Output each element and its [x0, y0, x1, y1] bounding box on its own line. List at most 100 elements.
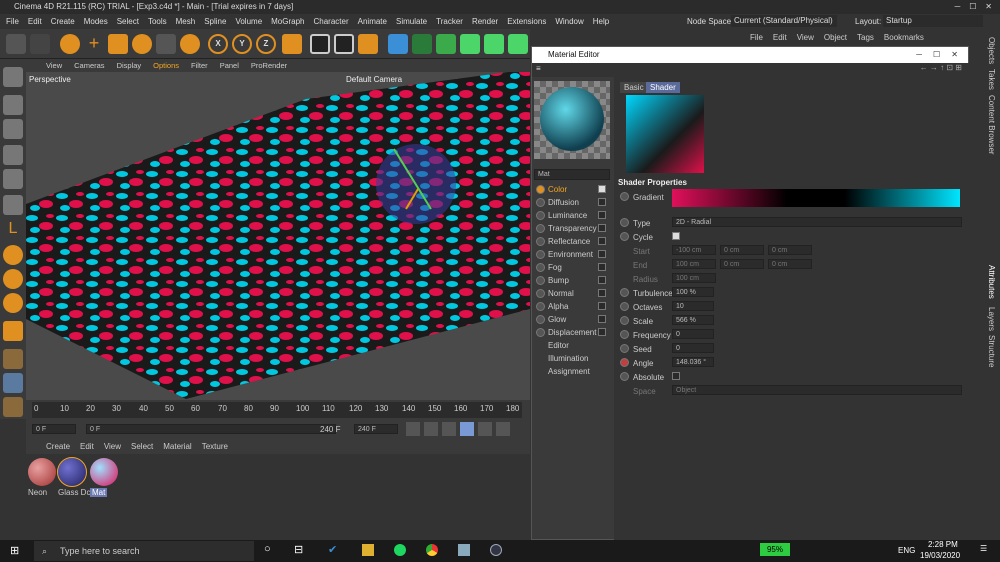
- channel-checkbox[interactable]: [598, 224, 606, 232]
- tab-shader[interactable]: Shader: [646, 82, 680, 93]
- tab-takes[interactable]: Takes: [987, 69, 996, 90]
- menu-create[interactable]: Create: [51, 14, 75, 29]
- channel-displacement[interactable]: Displacement: [534, 326, 610, 339]
- channel-checkbox[interactable]: [598, 211, 606, 219]
- app-icon[interactable]: [458, 544, 470, 556]
- scale-icon[interactable]: [108, 34, 128, 54]
- vp-filter[interactable]: Filter: [191, 59, 208, 72]
- channel-reflectance[interactable]: Reflectance: [534, 235, 610, 248]
- channel-checkbox[interactable]: [598, 250, 606, 258]
- channel-checkbox[interactable]: [598, 315, 606, 323]
- channel-glow[interactable]: Glow: [534, 313, 610, 326]
- objmgr-edit[interactable]: Edit: [773, 29, 787, 46]
- channel-checkbox[interactable]: [598, 328, 606, 336]
- material-name-field[interactable]: Mat: [534, 169, 610, 180]
- menu-mograph[interactable]: MoGraph: [271, 14, 304, 29]
- snap-settings-icon[interactable]: [3, 269, 23, 289]
- y-axis-icon[interactable]: Y: [232, 34, 252, 54]
- battery-badge[interactable]: 95%: [760, 543, 790, 556]
- vp-cameras[interactable]: Cameras: [74, 59, 104, 72]
- nav-arrows-icon[interactable]: ← → ↑ ⊡ ⊞: [920, 63, 962, 72]
- model-mode-icon[interactable]: [3, 95, 23, 115]
- matmgr-edit[interactable]: Edit: [80, 440, 94, 454]
- cloner-icon[interactable]: [508, 34, 528, 54]
- channel-transparency[interactable]: Transparency: [534, 222, 610, 235]
- channel-checkbox[interactable]: [598, 276, 606, 284]
- polygons-mode-icon[interactable]: [3, 195, 23, 215]
- clock-date[interactable]: 19/03/2020: [920, 551, 960, 560]
- channel-normal[interactable]: Normal: [534, 287, 610, 300]
- matmgr-material[interactable]: Material: [163, 440, 191, 454]
- turbulence-field[interactable]: 100 %: [672, 287, 714, 297]
- vp-options[interactable]: Options: [153, 59, 179, 72]
- channel-bump[interactable]: Bump: [534, 274, 610, 287]
- channel-environment[interactable]: Environment: [534, 248, 610, 261]
- channel-checkbox[interactable]: [598, 237, 606, 245]
- menu-tools[interactable]: Tools: [148, 14, 167, 29]
- layout-select[interactable]: Startup: [883, 15, 983, 27]
- menu-window[interactable]: Window: [555, 14, 583, 29]
- extra-illumination[interactable]: Illumination: [534, 352, 610, 365]
- channel-color[interactable]: Color: [534, 183, 610, 196]
- tab-attributes[interactable]: Attributes: [987, 265, 996, 299]
- clock-time[interactable]: 2:28 PM: [928, 540, 958, 549]
- gradient-bar[interactable]: [672, 189, 960, 207]
- channel-luminance[interactable]: Luminance: [534, 209, 610, 222]
- undo-icon[interactable]: [6, 34, 26, 54]
- timeline-icon[interactable]: ⊟: [294, 543, 303, 556]
- cycle-checkbox[interactable]: [672, 232, 680, 240]
- menu-mesh[interactable]: Mesh: [176, 14, 196, 29]
- workplane-snap-icon[interactable]: [3, 293, 23, 313]
- render-settings-icon[interactable]: [358, 34, 378, 54]
- play-icon[interactable]: [478, 422, 492, 436]
- rotate-icon[interactable]: [132, 34, 152, 54]
- axis-mode-icon[interactable]: L: [3, 219, 23, 239]
- pen-icon[interactable]: [412, 34, 432, 54]
- material-mat-thumb[interactable]: [90, 458, 118, 486]
- matmgr-texture[interactable]: Texture: [202, 440, 228, 454]
- octaves-field[interactable]: 10: [672, 301, 714, 311]
- tab-basic[interactable]: Basic: [620, 82, 648, 93]
- matmgr-create[interactable]: Create: [46, 440, 70, 454]
- notification-icon[interactable]: ☰: [980, 544, 987, 553]
- absolute-checkbox[interactable]: [672, 372, 680, 380]
- subdivision-icon[interactable]: [436, 34, 456, 54]
- goto-end-icon[interactable]: [496, 422, 510, 436]
- channel-checkbox[interactable]: [598, 302, 606, 310]
- objmgr-object[interactable]: Object: [824, 29, 847, 46]
- start-icon[interactable]: ⊞: [10, 544, 19, 557]
- x-axis-icon[interactable]: X: [208, 34, 228, 54]
- todo-icon[interactable]: ✔: [328, 543, 337, 556]
- planar-workplane-icon[interactable]: [3, 373, 23, 393]
- start-frame-field[interactable]: 0 F: [32, 424, 76, 434]
- scale-field[interactable]: 566 %: [672, 315, 714, 325]
- pause-icon[interactable]: [460, 422, 474, 436]
- type-select[interactable]: 2D - Radial: [672, 217, 962, 227]
- menu-file[interactable]: File: [6, 14, 19, 29]
- lock-workplane-icon[interactable]: [3, 321, 23, 341]
- objmgr-bookmarks[interactable]: Bookmarks: [884, 29, 924, 46]
- chrome-icon[interactable]: [426, 544, 438, 556]
- redo-icon[interactable]: [30, 34, 50, 54]
- menu-modes[interactable]: Modes: [84, 14, 108, 29]
- angle-field[interactable]: 148.036 °: [672, 357, 714, 367]
- solo-icon[interactable]: [3, 397, 23, 417]
- snap-icon[interactable]: [3, 245, 23, 265]
- menu-select[interactable]: Select: [117, 14, 139, 29]
- play-back-icon[interactable]: [442, 422, 456, 436]
- vp-panel[interactable]: Panel: [220, 59, 239, 72]
- menu-edit[interactable]: Edit: [28, 14, 42, 29]
- goto-start-icon[interactable]: [406, 422, 420, 436]
- menu-help[interactable]: Help: [593, 14, 609, 29]
- spotify-icon[interactable]: [394, 544, 406, 556]
- timeline-ruler[interactable]: 0 10 20 30 40 50 60 70 80 90 100 110 120…: [32, 402, 522, 418]
- vp-display[interactable]: Display: [117, 59, 142, 72]
- menu-render[interactable]: Render: [472, 14, 498, 29]
- mateditor-window-controls[interactable]: ─ ☐ ✕: [916, 47, 958, 63]
- tab-content-browser[interactable]: Content Browser: [987, 95, 996, 155]
- channel-fog[interactable]: Fog: [534, 261, 610, 274]
- seed-field[interactable]: 0: [672, 343, 714, 353]
- nodespace-select[interactable]: Current (Standard/Physical): [731, 15, 837, 27]
- tab-structure[interactable]: Structure: [987, 335, 996, 367]
- file-explorer-icon[interactable]: [362, 544, 374, 556]
